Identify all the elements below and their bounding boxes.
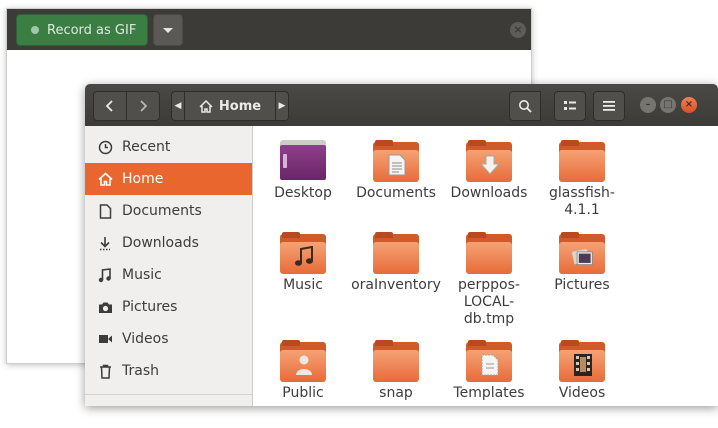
chevron-left-icon [105,100,113,112]
sidebar-item-label: Recent [122,139,171,155]
sidebar-item-home[interactable]: Home [85,163,252,195]
desktop-folder-icon [280,140,326,182]
sidebar-item-videos[interactable]: Videos [85,323,252,355]
file-item-label: Music [283,277,323,293]
sidebar-item-label: Trash [122,363,159,379]
record-dot-icon [31,26,39,34]
file-item-label: Documents [356,185,436,201]
file-item-glassfish[interactable]: glassfish-4.1.1 [536,140,628,219]
file-item-label: snap [379,385,413,401]
sidebar-item-music[interactable]: Music [85,259,252,291]
file-manager-headerbar: ◀ Home ▶ – □ × [85,84,718,127]
sidebar-item-label: Pictures [122,299,178,315]
file-item-label: Downloads [450,185,528,201]
menu-button[interactable] [593,91,625,121]
sidebar-item-label: Documents [122,203,202,219]
record-gif-button[interactable]: Record as GIF [16,14,148,46]
downloads-folder-icon [466,140,512,182]
file-item-label: Videos [558,385,606,401]
file-item-downloads[interactable]: Downloads [443,140,535,202]
public-folder-icon [280,340,326,382]
search-button[interactable] [509,91,541,121]
file-item-perppos-local-db[interactable]: perppos-LOCAL-db.tmp [443,232,535,328]
peek-headerbar: Record as GIF × [7,9,531,50]
sidebar-item-label: Videos [122,331,169,347]
videos-folder-icon [559,340,605,382]
path-scroll-right-button[interactable]: ▶ [275,91,289,121]
file-item-music[interactable]: Music [257,232,349,294]
breadcrumb-home[interactable]: Home [184,91,276,121]
document-icon [96,203,114,219]
file-item-label: glassfish-4.1.1 [549,185,615,218]
sidebar-divider [85,394,252,395]
folder-icon [373,340,419,382]
file-icon-grid: Desktop Documents Downloads glassfish-4.… [253,126,718,406]
search-icon [519,100,532,113]
home-icon [199,99,213,113]
close-icon[interactable]: × [681,97,697,113]
home-icon [96,172,114,186]
record-button-label: Record as GIF [47,22,137,38]
templates-folder-icon [466,340,512,382]
path-scroll-left-button[interactable]: ◀ [171,91,185,121]
format-dropdown-button[interactable] [153,14,183,46]
minimize-icon[interactable]: – [640,97,656,113]
file-item-templates[interactable]: Templates [443,340,535,402]
file-item-snap[interactable]: snap [350,340,442,402]
file-item-public[interactable]: Public [257,340,349,402]
hamburger-menu-icon [603,101,615,111]
pictures-folder-icon [559,232,605,274]
file-item-label: oraInventory [351,277,441,293]
sidebar-item-label: Music [122,267,162,283]
video-icon [96,333,114,345]
sidebar-item-label: Downloads [122,235,199,251]
back-button[interactable] [93,91,127,121]
file-item-label: Desktop [274,185,332,201]
sidebar-item-downloads[interactable]: Downloads [85,227,252,259]
file-item-label: Templates [453,385,525,401]
folder-icon [373,232,419,274]
camera-icon [96,301,114,314]
folder-icon [466,232,512,274]
forward-button[interactable] [126,91,160,121]
close-icon[interactable]: × [510,22,526,38]
file-item-label: Pictures [554,277,610,293]
file-item-documents[interactable]: Documents [350,140,442,202]
documents-folder-icon [373,140,419,182]
file-item-pictures[interactable]: Pictures [536,232,628,294]
sidebar-item-label: Home [122,171,164,187]
music-note-icon [96,267,114,283]
folder-icon [559,140,605,182]
chevron-right-icon [140,100,148,112]
file-item-desktop[interactable]: Desktop [257,140,349,202]
clock-icon [96,140,114,155]
download-icon [96,236,114,251]
file-manager-window: ◀ Home ▶ – □ × Recent Home Documents Dow… [85,84,718,406]
list-view-icon [564,101,576,110]
sidebar-item-recent[interactable]: Recent [85,131,252,163]
places-sidebar: Recent Home Documents Downloads Music Pi… [85,126,253,406]
file-item-videos[interactable]: Videos [536,340,628,402]
breadcrumb-label: Home [218,98,262,114]
sidebar-item-pictures[interactable]: Pictures [85,291,252,323]
file-item-orainventory[interactable]: oraInventory [350,232,442,294]
chevron-down-icon [163,27,173,33]
sidebar-item-documents[interactable]: Documents [85,195,252,227]
sidebar-item-trash[interactable]: Trash [85,355,252,387]
file-item-label: Public [282,385,324,401]
file-item-label: perppos-LOCAL-db.tmp [458,277,520,327]
music-folder-icon [280,232,326,274]
view-mode-button[interactable] [554,91,586,121]
maximize-icon[interactable]: □ [660,97,676,113]
trash-icon [96,364,114,379]
